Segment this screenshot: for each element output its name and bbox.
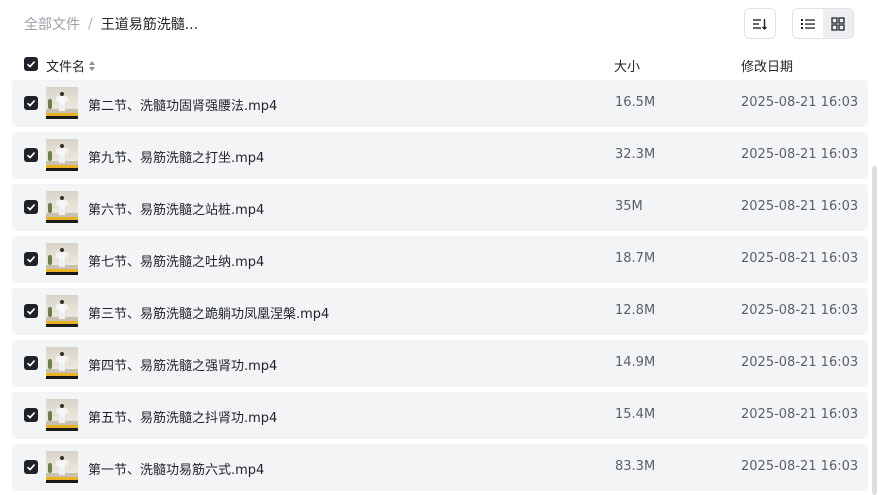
video-thumbnail xyxy=(46,295,78,327)
file-size: 32.3M xyxy=(615,147,656,162)
file-name[interactable]: 第九节、易筋洗髓之打坐.mp4 xyxy=(88,147,264,166)
file-row[interactable]: 第七节、易筋洗髓之吐纳.mp4 18.7M 2025-08-21 16:03 xyxy=(12,236,868,283)
check-icon xyxy=(26,152,36,159)
check-icon xyxy=(26,61,36,68)
check-icon xyxy=(26,308,36,315)
breadcrumb-current-folder: 王道易筋洗髓... xyxy=(100,17,199,33)
video-thumbnail xyxy=(46,87,78,119)
file-row[interactable]: 第九节、易筋洗髓之打坐.mp4 32.3M 2025-08-21 16:03 xyxy=(12,132,868,179)
file-size: 12.8M xyxy=(615,303,656,318)
column-header-modified[interactable]: 修改日期 xyxy=(741,56,793,75)
file-row[interactable]: 第二节、洗髓功固肾强腰法.mp4 16.5M 2025-08-21 16:03 xyxy=(12,80,868,127)
check-icon xyxy=(26,360,36,367)
row-checkbox[interactable] xyxy=(24,460,38,474)
sort-arrows-icon[interactable] xyxy=(89,60,96,71)
file-row[interactable]: 第五节、易筋洗髓之抖肾功.mp4 15.4M 2025-08-21 16:03 xyxy=(12,392,868,439)
row-checkbox[interactable] xyxy=(24,200,38,214)
sort-icon xyxy=(753,18,767,30)
select-all-checkbox[interactable] xyxy=(24,57,38,71)
file-modified-date: 2025-08-21 16:03 xyxy=(741,303,859,318)
sort-button[interactable] xyxy=(744,8,776,39)
list-view-icon xyxy=(801,18,815,29)
row-checkbox[interactable] xyxy=(24,148,38,162)
check-icon xyxy=(26,464,36,471)
table-header: 文件名 大小 修改日期 xyxy=(0,48,878,80)
grid-view-icon xyxy=(831,16,845,31)
file-name[interactable]: 第二节、洗髓功固肾强腰法.mp4 xyxy=(88,95,277,114)
video-thumbnail xyxy=(46,399,78,431)
file-modified-date: 2025-08-21 16:03 xyxy=(741,147,859,162)
row-checkbox[interactable] xyxy=(24,356,38,370)
column-header-size[interactable]: 大小 xyxy=(614,56,640,75)
video-thumbnail xyxy=(46,191,78,223)
video-thumbnail xyxy=(46,243,78,275)
file-list: 第二节、洗髓功固肾强腰法.mp4 16.5M 2025-08-21 16:03 … xyxy=(12,80,868,495)
video-thumbnail xyxy=(46,347,78,379)
file-size: 18.7M xyxy=(615,251,656,266)
file-modified-date: 2025-08-21 16:03 xyxy=(741,251,859,266)
file-size: 83.3M xyxy=(615,459,656,474)
check-icon xyxy=(26,256,36,263)
row-checkbox[interactable] xyxy=(24,96,38,110)
file-modified-date: 2025-08-21 16:03 xyxy=(741,355,859,370)
row-checkbox[interactable] xyxy=(24,408,38,422)
breadcrumb-root-link[interactable]: 全部文件 xyxy=(24,14,80,34)
file-size: 35M xyxy=(615,199,643,214)
file-size: 15.4M xyxy=(615,407,656,422)
row-checkbox[interactable] xyxy=(24,252,38,266)
check-icon xyxy=(26,100,36,107)
file-modified-date: 2025-08-21 16:03 xyxy=(741,199,859,214)
file-row[interactable]: 第六节、易筋洗髓之站桩.mp4 35M 2025-08-21 16:03 xyxy=(12,184,868,231)
video-thumbnail xyxy=(46,451,78,483)
top-bar: 全部文件 / 王道易筋洗髓... xyxy=(0,0,878,48)
file-modified-date: 2025-08-21 16:03 xyxy=(741,407,859,422)
column-header-name[interactable]: 文件名 xyxy=(46,56,96,75)
grid-view-button[interactable] xyxy=(823,9,853,38)
file-name[interactable]: 第三节、易筋洗髓之跪躺功凤凰涅槃.mp4 xyxy=(88,303,329,322)
row-checkbox[interactable] xyxy=(24,304,38,318)
file-name[interactable]: 第四节、易筋洗髓之强肾功.mp4 xyxy=(88,355,277,374)
file-row[interactable]: 第一节、洗髓功易筋六式.mp4 83.3M 2025-08-21 16:03 xyxy=(12,444,868,491)
file-modified-date: 2025-08-21 16:03 xyxy=(741,459,859,474)
breadcrumb: 全部文件 / 王道易筋洗髓... xyxy=(24,14,198,34)
video-thumbnail xyxy=(46,139,78,171)
file-name[interactable]: 第五节、易筋洗髓之抖肾功.mp4 xyxy=(88,407,277,426)
column-header-name-label: 文件名 xyxy=(46,60,86,75)
breadcrumb-separator: / xyxy=(88,16,93,32)
file-row[interactable]: 第三节、易筋洗髓之跪躺功凤凰涅槃.mp4 12.8M 2025-08-21 16… xyxy=(12,288,868,335)
file-name[interactable]: 第七节、易筋洗髓之吐纳.mp4 xyxy=(88,251,264,270)
file-name[interactable]: 第一节、洗髓功易筋六式.mp4 xyxy=(88,459,264,478)
check-icon xyxy=(26,204,36,211)
file-row[interactable]: 第四节、易筋洗髓之强肾功.mp4 14.9M 2025-08-21 16:03 xyxy=(12,340,868,387)
file-modified-date: 2025-08-21 16:03 xyxy=(741,95,859,110)
scrollbar[interactable] xyxy=(872,166,877,495)
view-toggle xyxy=(792,8,854,39)
file-size: 16.5M xyxy=(615,95,656,110)
file-size: 14.9M xyxy=(615,355,656,370)
file-name[interactable]: 第六节、易筋洗髓之站桩.mp4 xyxy=(88,199,264,218)
list-view-button[interactable] xyxy=(793,9,823,38)
check-icon xyxy=(26,412,36,419)
